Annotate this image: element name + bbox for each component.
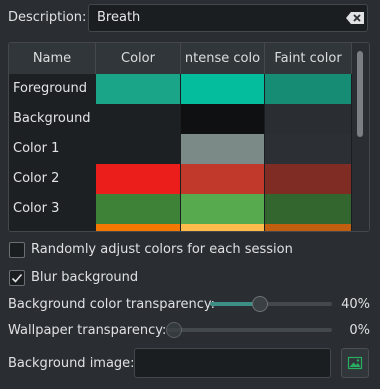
row-name: Foreground (9, 74, 99, 104)
wallpaper-transparency-label: Wallpaper transparency: (8, 323, 167, 338)
image-icon (347, 356, 363, 370)
faint-color-swatch[interactable] (265, 74, 351, 104)
table-row[interactable]: Color 2 (9, 164, 351, 194)
color-swatch[interactable] (96, 104, 180, 134)
color-swatch[interactable] (96, 224, 180, 231)
row-name: Background (9, 104, 99, 134)
wallpaper-transparency-slider[interactable] (166, 328, 332, 332)
color-swatch[interactable] (96, 194, 180, 224)
bg-transparency-label: Background color transparency: (8, 297, 216, 312)
column-header-faint-color[interactable]: Faint color (265, 43, 352, 74)
wallpaper-transparency-value: 0% (349, 323, 370, 338)
bg-transparency-handle[interactable] (252, 296, 269, 312)
column-header-intense-color[interactable]: ntense colo (181, 43, 265, 74)
color-swatch[interactable] (96, 164, 180, 194)
row-name: Color 1 (9, 134, 99, 164)
bg-transparency-value: 40% (341, 297, 370, 312)
intense-color-swatch[interactable] (181, 194, 264, 224)
faint-color-swatch[interactable] (265, 224, 351, 231)
faint-color-swatch[interactable] (265, 104, 351, 134)
table-row[interactable]: Foreground (9, 74, 351, 104)
background-image-label: Background image: (8, 356, 135, 371)
choose-image-button[interactable] (341, 348, 369, 378)
table-row[interactable]: Color 1 (9, 134, 351, 164)
row-name (9, 224, 99, 231)
color-scheme-table: Name Color ntense colo Faint color Foreg… (8, 42, 370, 232)
row-name: Color 2 (9, 164, 99, 194)
scrollbar-thumb[interactable] (357, 51, 363, 137)
intense-color-swatch[interactable] (181, 164, 264, 194)
table-row[interactable]: Color 3 (9, 194, 351, 224)
color-swatch[interactable] (96, 74, 180, 104)
table-row[interactable]: Background (9, 104, 351, 134)
column-header-color[interactable]: Color (96, 43, 181, 74)
random-colors-checkbox[interactable] (9, 242, 25, 258)
column-header-name[interactable]: Name (9, 43, 96, 74)
checkmark-icon (11, 273, 23, 283)
description-value: Breath (97, 10, 141, 25)
color-swatch[interactable] (96, 134, 180, 164)
faint-color-swatch[interactable] (265, 194, 351, 224)
faint-color-swatch[interactable] (265, 134, 351, 164)
blur-background-checkbox[interactable] (9, 270, 25, 286)
random-colors-label: Randomly adjust colors for each session (31, 242, 293, 257)
intense-color-swatch[interactable] (181, 134, 264, 164)
intense-color-swatch[interactable] (181, 74, 264, 104)
table-row[interactable] (9, 224, 351, 231)
faint-color-swatch[interactable] (265, 164, 351, 194)
intense-color-swatch[interactable] (181, 224, 264, 231)
clear-text-icon[interactable] (346, 12, 364, 24)
description-input[interactable]: Breath (88, 4, 368, 32)
table-scrollbar[interactable] (352, 43, 369, 231)
wallpaper-transparency-handle[interactable] (166, 322, 182, 338)
row-name: Color 3 (9, 194, 99, 224)
intense-color-swatch[interactable] (181, 104, 264, 134)
blur-background-label: Blur background (31, 270, 139, 285)
background-image-input[interactable] (134, 348, 331, 378)
bg-transparency-slider[interactable] (210, 302, 332, 306)
description-label: Description: (8, 10, 87, 25)
